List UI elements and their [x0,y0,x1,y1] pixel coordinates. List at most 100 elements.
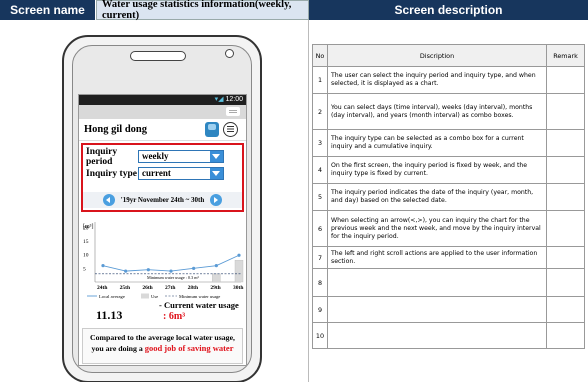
signal-icon: ▾◢ [214,96,224,103]
row-no: 7 [312,246,328,269]
row-no: 2 [312,93,328,130]
screen-description-label: Screen description [309,0,588,20]
inquiry-type-row: Inquiry type current [86,167,224,180]
row-desc: The left and right scroll actions are ap… [327,246,547,269]
y-tick-label: 10 [83,253,89,259]
local-average-line [102,254,240,272]
row-desc: On the first screen, the inquiry period … [327,156,547,184]
row-no: 3 [312,129,328,157]
table-row: 9 [312,296,585,323]
table-row: 1 The user can select the inquiry period … [312,66,585,94]
status-bar: ▾◢ 12:00 [79,95,246,105]
x-tick-label: 28th [188,285,198,291]
menu-icon[interactable] [226,107,240,116]
date-navigator: '19yr November 24th ~ 30th [83,192,242,208]
device-icon[interactable] [205,122,219,137]
screen-title: Water usage statistics information(weekl… [96,0,309,21]
col-remark-header: Remark [546,44,585,67]
row-desc [327,296,547,323]
use-bar [212,273,221,283]
local-average-point [192,266,196,270]
message-line1: Compared to the average local water usag… [89,333,235,342]
screen-name-label: Screen name [0,0,96,20]
local-average-point [124,269,128,273]
row-desc: The inquiry type can be selected as a co… [327,129,547,157]
y-tick-label: 15 [83,239,89,245]
table-row: 4 On the first screen, the inquiry period… [312,156,585,184]
row-remark [546,129,585,157]
row-no: 6 [312,210,328,247]
row-no: 10 [312,322,328,349]
chevron-down-icon[interactable] [210,168,223,179]
table-row: 7 The left and right scroll actions are a… [312,246,585,269]
speaker-icon [130,51,186,61]
x-tick-label: 29th [210,285,220,291]
current-usage-label: - Current water usage [159,300,239,310]
app-bar [79,105,246,119]
x-tick-label: 30th [233,285,243,291]
inquiry-type-label: Inquiry type [86,168,137,179]
usage-summary: 11.13 - Current water usage : 6m³ [79,300,246,326]
row-desc: The inquiry period indicates the date of… [327,183,547,211]
row-remark [546,322,585,349]
x-tick-label: 24th [97,285,107,291]
status-time: 12:00 [225,96,243,103]
date-range: '19yr November 24th ~ 30th [120,196,205,204]
message-highlight: good job of saving water [144,343,234,353]
row-remark [546,210,585,247]
col-description-header: Discription [327,44,547,67]
table-row: 8 [312,268,585,297]
local-average-point [169,269,173,273]
phone-screen: ▾◢ 12:00 Hong gil dong Inquiry period wee… [78,94,247,366]
row-desc: When selecting an arrow(<,>), you can in… [327,210,547,247]
current-usage-amount: : 6m³ [163,311,186,322]
local-average-point [237,253,241,257]
user-info-row[interactable]: Hong gil dong [79,119,246,141]
legend-local-average: Local average [99,294,125,299]
description-table: No Discription Remark 1 The user can sele… [312,44,585,349]
chart-annotation: Minimum water usage : 0.3 m³ [147,275,199,280]
legend-bar-swatch [141,293,149,299]
local-average-point [146,268,150,272]
description-area: No Discription Remark 1 The user can sele… [309,20,588,382]
row-no: 8 [312,268,328,297]
prev-arrow-icon[interactable] [102,194,115,206]
local-average-value: 11.13 [96,308,123,322]
table-row: 5 The inquiry period indicates the date o… [312,183,585,211]
x-tick-label: 25th [120,285,130,291]
x-tick-label: 27th [165,285,175,291]
camera-icon [225,49,234,58]
row-desc [327,268,547,297]
list-menu-icon[interactable] [223,122,238,137]
row-remark [546,268,585,297]
chevron-down-icon[interactable] [210,151,223,162]
row-remark [546,183,585,211]
inquiry-type-select[interactable]: current [138,167,224,180]
inquiry-selection-box: Inquiry period weekly Inquiry type curre… [81,143,244,212]
user-name: Hong gil dong [84,124,148,135]
x-tick-label: 26th [142,285,152,291]
row-no: 1 [312,66,328,94]
row-no: 5 [312,183,328,211]
row-remark [546,66,585,94]
table-row: 6 When selecting an arrow(<,>), you can i… [312,210,585,247]
table-row: 10 [312,322,585,349]
row-remark [546,93,585,130]
table-row: 3 The inquiry type can be selected as a c… [312,129,585,157]
local-average-point [214,264,218,268]
inquiry-period-label: Inquiry period [86,146,118,167]
row-remark [546,296,585,323]
row-no: 4 [312,156,328,184]
inquiry-period-row: Inquiry period weekly [86,147,224,167]
inquiry-type-value: current [142,168,171,178]
inquiry-period-select[interactable]: weekly [138,150,224,163]
row-no: 9 [312,296,328,323]
row-desc: The user can select the inquiry period a… [327,66,547,94]
message-line2-prefix: you are doing a [91,344,143,353]
saving-message: Compared to the average local water usag… [82,328,243,364]
y-tick-label: 5 [83,266,86,272]
table-row: 2 You can select days (time interval), we… [312,93,585,130]
inquiry-period-value: weekly [142,151,169,161]
next-arrow-icon[interactable] [210,194,223,206]
row-remark [546,156,585,184]
